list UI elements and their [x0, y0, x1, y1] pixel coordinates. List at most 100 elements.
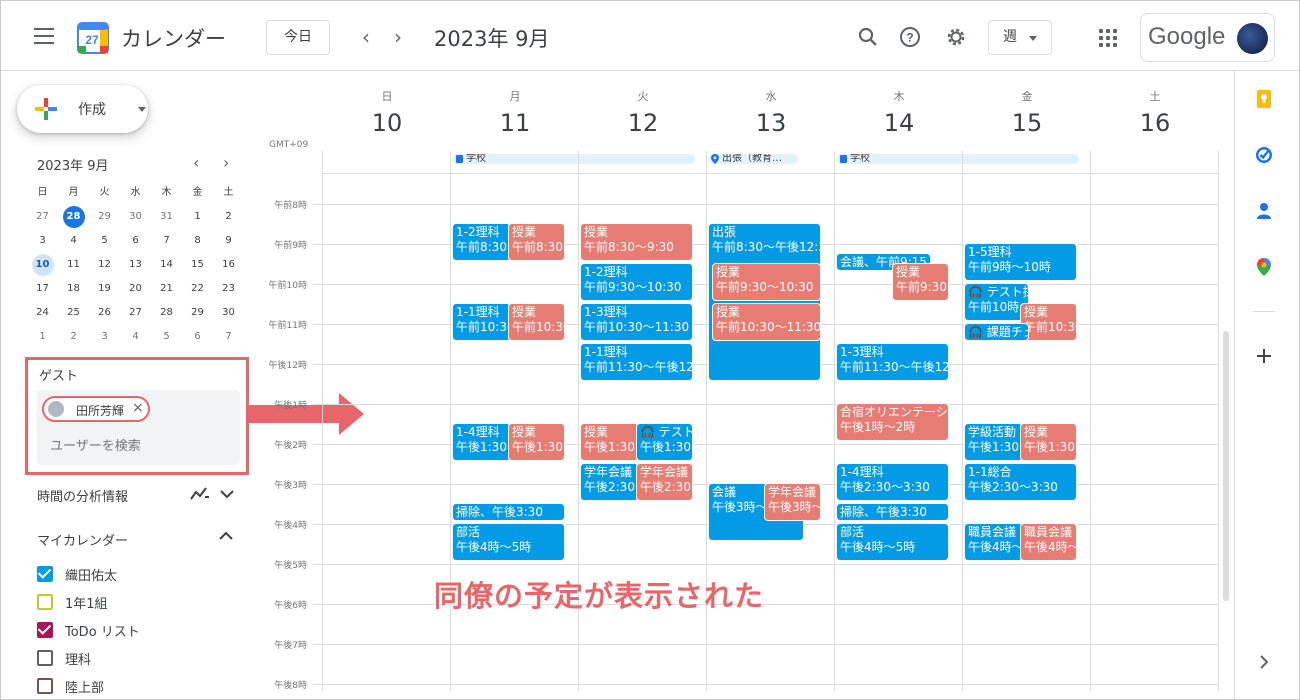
mini-day[interactable]: 27 — [120, 301, 151, 325]
mini-day[interactable]: 7 — [213, 325, 244, 349]
mini-day[interactable]: 20 — [120, 277, 151, 301]
mini-day[interactable]: 8 — [182, 229, 213, 253]
add-addon-plus-icon[interactable] — [1254, 346, 1274, 366]
calendar-event[interactable]: 1-3理科午前11:30～午後12:30 — [836, 343, 949, 381]
mini-day[interactable]: 10 — [27, 253, 58, 277]
calendar-event[interactable]: 授業午前10:30~ — [508, 303, 565, 341]
mini-day[interactable]: 31 — [151, 205, 182, 229]
mini-day[interactable]: 19 — [89, 277, 120, 301]
mini-day[interactable]: 21 — [151, 277, 182, 301]
expand-panel-chevron-icon[interactable] — [1254, 652, 1274, 672]
settings-gear-icon[interactable] — [944, 25, 968, 49]
mini-day[interactable]: 28 — [58, 205, 89, 229]
time-insights-icons[interactable] — [189, 485, 237, 503]
tasks-icon[interactable] — [1254, 145, 1274, 165]
calendar-event[interactable]: 授業 午前9:30～10:30 — [712, 263, 821, 301]
calendar-event[interactable]: 🎧 テスト 午後1:30 — [636, 423, 693, 461]
calendar-checkbox[interactable] — [37, 594, 53, 610]
calendar-event[interactable]: 授業 午前8:30～9:30 — [580, 223, 693, 261]
mini-day[interactable]: 29 — [89, 205, 120, 229]
chevron-up-icon[interactable] — [217, 527, 235, 545]
calendar-event[interactable]: 職員会議 午後4時～ — [964, 523, 1023, 561]
day-number[interactable]: 14 — [835, 109, 963, 137]
calendar-event[interactable]: 学級活動 午後1:30~ — [964, 423, 1023, 461]
google-account-button[interactable]: Google — [1140, 13, 1275, 62]
day-number[interactable]: 11 — [451, 109, 579, 137]
remove-guest-icon[interactable]: × — [132, 400, 144, 416]
calendar-event[interactable]: 1-1総合 午後2:30～3:30 — [964, 463, 1077, 501]
calendar-event[interactable]: 授業午後1:30~ — [1020, 423, 1077, 461]
allday-event[interactable]: 出張（教育… — [708, 154, 798, 164]
help-icon[interactable]: ? — [898, 25, 922, 49]
mini-day[interactable]: 14 — [151, 253, 182, 277]
today-button[interactable]: 今日 — [266, 20, 330, 55]
mini-day[interactable]: 16 — [213, 253, 244, 277]
mini-day[interactable]: 24 — [27, 301, 58, 325]
allday-event[interactable]: 学校 — [452, 154, 695, 164]
calendar-event[interactable]: 授業 午前10:30～11:30 — [712, 303, 821, 341]
calendar-event[interactable]: 掃除、午後3:30 — [452, 503, 565, 521]
day-number[interactable]: 10 — [323, 109, 451, 137]
calendar-event[interactable]: 1-1理科午前10:30~ — [452, 303, 511, 341]
calendar-event[interactable]: 掃除、午後3:30 — [836, 503, 949, 521]
calendar-event[interactable]: 1-2理科 午前9:30～10:30 — [580, 263, 693, 301]
mini-day[interactable]: 2 — [213, 205, 244, 229]
calendar-event[interactable]: 1-4理科 午後2:30～3:30 — [836, 463, 949, 501]
mini-day[interactable]: 29 — [182, 301, 213, 325]
main-menu-icon[interactable] — [34, 28, 54, 44]
calendar-event[interactable]: 部活 午後4時～5時 — [836, 523, 949, 561]
calendar-event[interactable]: 🎧 課題チェック — [964, 323, 1029, 341]
calendar-event[interactable]: 合宿オリエンテーション午後1時～2時 — [836, 403, 949, 441]
calendar-event[interactable]: 授業午前8:30~ — [508, 223, 565, 261]
google-apps-icon[interactable] — [1099, 29, 1117, 47]
search-icon[interactable] — [856, 25, 880, 49]
mini-day[interactable]: 6 — [120, 229, 151, 253]
calendar-checkbox[interactable] — [37, 622, 53, 638]
calendar-event[interactable]: 1-4理科 午後1:30~ — [452, 423, 511, 461]
mini-day[interactable]: 2 — [58, 325, 89, 349]
mini-day[interactable]: 30 — [213, 301, 244, 325]
keep-icon[interactable] — [1254, 89, 1274, 109]
create-button[interactable]: 作成 — [17, 85, 148, 133]
mini-prev-month-button[interactable]: ‹ — [193, 153, 199, 172]
day-number[interactable]: 12 — [579, 109, 707, 137]
mini-day[interactable]: 17 — [27, 277, 58, 301]
calendar-event[interactable]: 1-1理科午前11:30～午後12:30 — [580, 343, 693, 381]
mini-day[interactable]: 5 — [151, 325, 182, 349]
mini-day[interactable]: 3 — [27, 229, 58, 253]
guest-chip[interactable]: 田所芳輝 × — [42, 396, 150, 422]
calendar-event[interactable]: 1-3理科 午前10:30～11:30 — [580, 303, 693, 341]
mini-day[interactable]: 27 — [27, 205, 58, 229]
mini-day[interactable]: 4 — [120, 325, 151, 349]
mini-day[interactable]: 30 — [120, 205, 151, 229]
calendar-event[interactable]: 1-5理科 午前9時～10時 — [964, 243, 1077, 281]
mini-day[interactable]: 9 — [213, 229, 244, 253]
mini-day[interactable]: 11 — [58, 253, 89, 277]
mini-day[interactable]: 6 — [182, 325, 213, 349]
vertical-scrollbar[interactable] — [1223, 331, 1229, 601]
calendar-event[interactable]: 学年会議午後2:30~ — [580, 463, 639, 501]
calendar-event[interactable]: 職員会議 午後4時～ — [1020, 523, 1077, 561]
mini-day[interactable]: 3 — [89, 325, 120, 349]
mini-day[interactable]: 25 — [58, 301, 89, 325]
mini-day[interactable]: 18 — [58, 277, 89, 301]
mini-day[interactable]: 15 — [182, 253, 213, 277]
calendar-checkbox[interactable] — [37, 678, 53, 694]
mini-day[interactable]: 1 — [27, 325, 58, 349]
prev-week-button[interactable]: ‹ — [356, 25, 376, 49]
allday-event[interactable]: 学校 — [836, 154, 1079, 164]
mini-day[interactable]: 23 — [213, 277, 244, 301]
day-number[interactable]: 16 — [1091, 109, 1219, 137]
calendar-event[interactable]: 部活 午後4時～5時 — [452, 523, 565, 561]
mini-day[interactable]: 13 — [120, 253, 151, 277]
calendar-event[interactable]: 学年会議 午後3時～ — [764, 483, 821, 521]
mini-day[interactable]: 22 — [182, 277, 213, 301]
time-insights-label[interactable]: 時間の分析情報 — [37, 486, 128, 505]
guest-search-input[interactable] — [50, 438, 230, 453]
my-calendars-title[interactable]: マイカレンダー — [37, 530, 128, 549]
calendar-event[interactable]: 授業午前9:30~ — [892, 263, 949, 301]
mini-next-month-button[interactable]: › — [223, 153, 229, 172]
mini-day[interactable]: 1 — [182, 205, 213, 229]
day-number[interactable]: 15 — [963, 109, 1091, 137]
calendar-event[interactable]: 授業午後1:30~ — [580, 423, 639, 461]
